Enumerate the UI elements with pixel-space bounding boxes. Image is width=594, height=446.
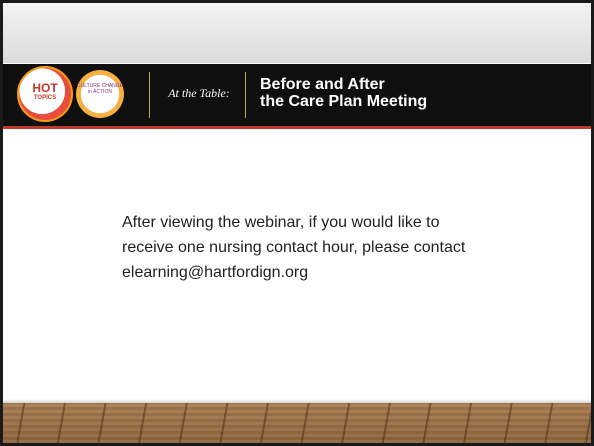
- series-label: At the Table:: [168, 86, 230, 100]
- slide: HOT TOPICS CULTURE CHANGE in ACTION At t…: [0, 0, 594, 446]
- header-divider: [245, 72, 246, 118]
- wood-floor-decoration: [3, 403, 591, 443]
- slide-body-text: After viewing the webinar, if you would …: [122, 210, 552, 285]
- slide-title-line-2: the Care Plan Meeting: [260, 93, 428, 110]
- contact-email: elearning@hartfordign.org: [122, 264, 309, 281]
- hot-topics-logo-subtext: TOPICS: [33, 95, 57, 101]
- header-divider: [149, 72, 150, 118]
- slide-title: Before and After the Care Plan Meeting: [260, 76, 560, 110]
- body-line-2: receive one nursing contact hour, please…: [122, 239, 466, 256]
- culture-change-logo-text: CULTURE CHANGE in ACTION: [76, 83, 124, 95]
- slide-top-band: [3, 3, 591, 63]
- slide-header-bar: HOT TOPICS CULTURE CHANGE in ACTION At t…: [3, 64, 591, 129]
- culture-change-logo: CULTURE CHANGE in ACTION: [76, 70, 124, 118]
- hot-topics-logo: HOT TOPICS: [17, 66, 73, 122]
- slide-title-line-1: Before and After: [260, 76, 385, 93]
- logo-group: HOT TOPICS CULTURE CHANGE in ACTION: [17, 66, 137, 124]
- body-line-1: After viewing the webinar, if you would …: [122, 214, 440, 231]
- hot-topics-logo-text: HOT: [32, 81, 58, 95]
